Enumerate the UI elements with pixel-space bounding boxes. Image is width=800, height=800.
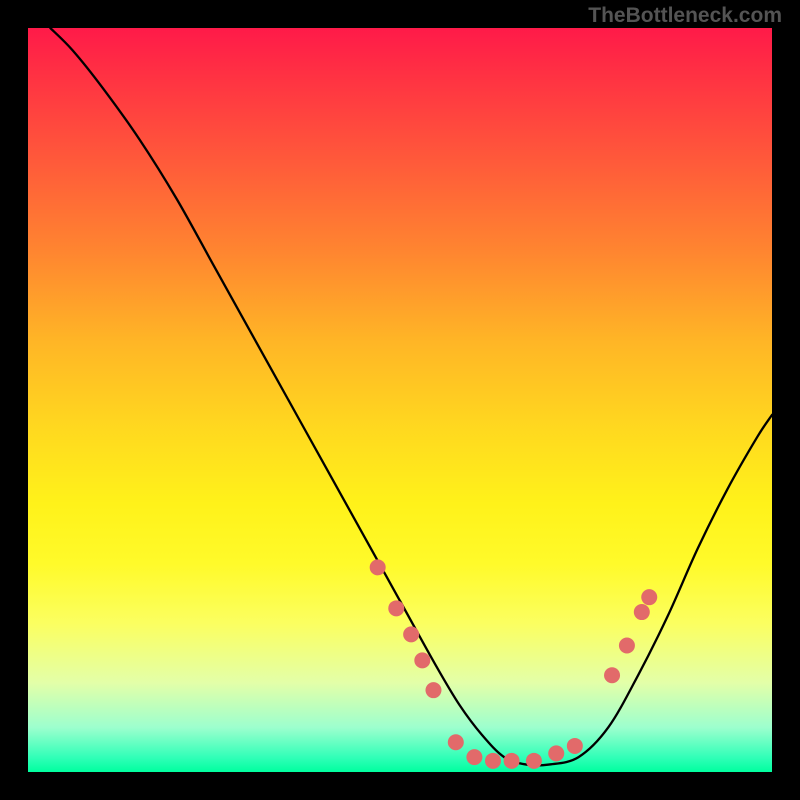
data-dot: [414, 652, 430, 668]
data-dot: [504, 753, 520, 769]
data-dot: [548, 745, 564, 761]
dots-group: [370, 559, 658, 768]
bottleneck-curve: [50, 28, 772, 765]
chart-container: TheBottleneck.com: [0, 0, 800, 800]
watermark-text: TheBottleneck.com: [588, 4, 782, 28]
data-dot: [425, 682, 441, 698]
data-dot: [634, 604, 650, 620]
data-dot: [604, 667, 620, 683]
data-dot: [403, 626, 419, 642]
data-dot: [641, 589, 657, 605]
data-dot: [567, 738, 583, 754]
plot-area: [28, 28, 772, 772]
data-dot: [619, 638, 635, 654]
curve-svg: [28, 28, 772, 772]
data-dot: [466, 749, 482, 765]
data-dot: [448, 734, 464, 750]
data-dot: [388, 600, 404, 616]
data-dot: [485, 753, 501, 769]
data-dot: [526, 753, 542, 769]
data-dot: [370, 559, 386, 575]
